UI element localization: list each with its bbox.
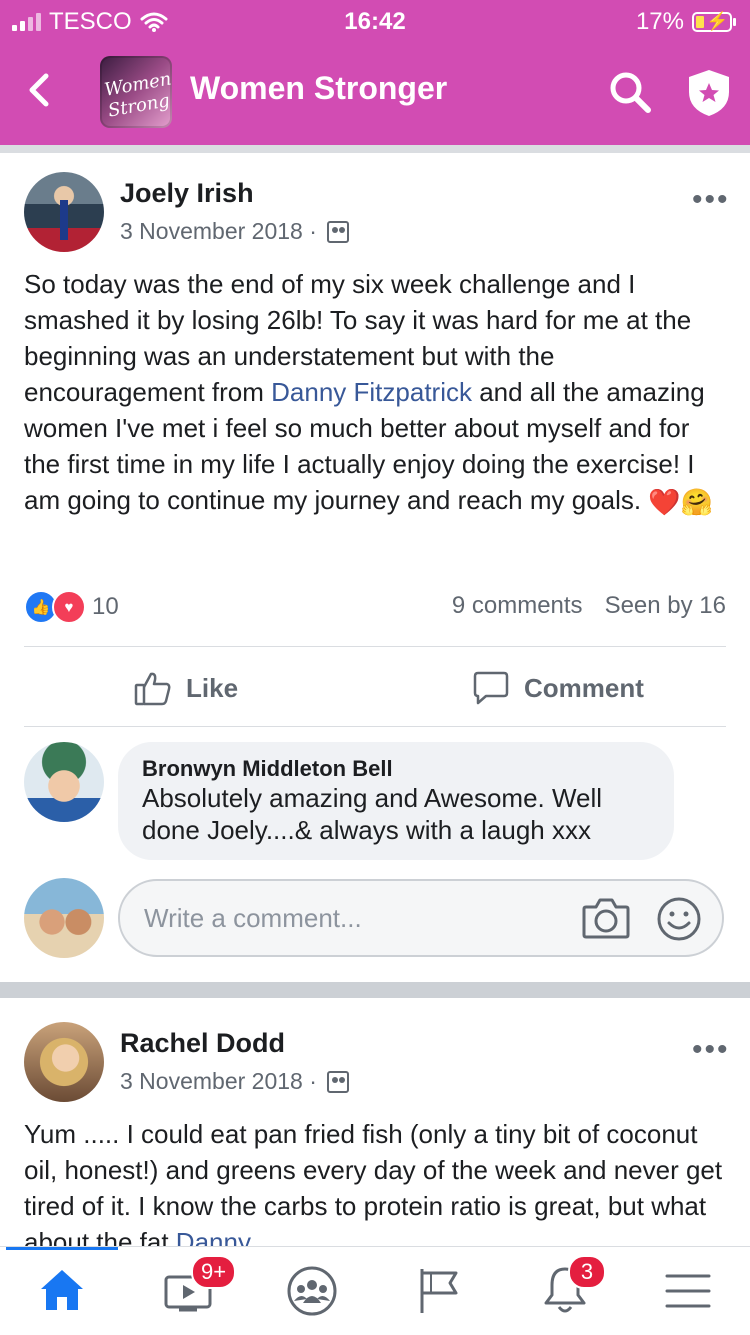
status-bar: TESCO 16:42 17% ⚡ (0, 0, 750, 40)
more-options-icon[interactable]: ••• (692, 185, 730, 215)
more-options-icon[interactable]: ••• (692, 1035, 730, 1065)
post-stats: 9 comments Seen by 16 (452, 592, 726, 620)
thumbs-up-icon (134, 672, 171, 706)
post-date[interactable]: 3 November 2018 · (120, 1068, 317, 1095)
menu-icon (665, 1274, 711, 1308)
commenter-avatar[interactable] (24, 742, 104, 822)
hugging-emoji-icon: 🤗 (680, 487, 714, 518)
battery-icon: ⚡ (692, 11, 736, 32)
status-right: 17% ⚡ (635, 8, 736, 36)
group-avatar[interactable]: Women Strong (100, 56, 172, 128)
reaction-summary[interactable]: 👍 ♥ 10 (24, 590, 119, 624)
shield-star-icon[interactable] (686, 68, 732, 118)
search-icon[interactable] (608, 70, 652, 114)
pages-flag-icon (420, 1269, 458, 1313)
tab-menu[interactable] (630, 1247, 750, 1335)
comment-icon (473, 671, 509, 705)
comment-bubble: Bronwyn Middleton Bell Absolutely amazin… (118, 742, 674, 860)
post-date[interactable]: 3 November 2018 · (120, 218, 317, 245)
seen-by[interactable]: Seen by 16 (605, 592, 726, 620)
post-meta: 3 November 2018 · (120, 218, 349, 245)
tab-pages[interactable] (375, 1247, 495, 1335)
love-reaction-icon: ♥ (52, 590, 86, 624)
video-badge: 9+ (191, 1255, 237, 1289)
comment-input[interactable] (142, 899, 566, 937)
post-text-part1: Yum ..... I could eat pan fried fish (on… (24, 1119, 723, 1246)
like-label: Like (186, 672, 239, 703)
comment-text: Absolutely amazing and Awesome. Well don… (142, 783, 603, 845)
like-button[interactable]: Like (134, 670, 238, 706)
comment-composer[interactable] (118, 879, 724, 957)
emoji-icon[interactable] (656, 896, 702, 942)
reaction-count: 10 (92, 593, 119, 620)
comment-button[interactable]: Comment (472, 670, 644, 706)
post-author-name[interactable]: Joely Irish (120, 178, 254, 209)
back-icon[interactable] (24, 70, 54, 110)
post-author-avatar[interactable] (24, 1022, 104, 1102)
tab-home[interactable] (0, 1247, 120, 1335)
current-user-avatar (24, 878, 104, 958)
battery-percent: 17% (635, 8, 684, 35)
post-author-avatar[interactable] (24, 172, 104, 252)
post-author-name[interactable]: Rachel Dodd (120, 1028, 285, 1059)
comment-author[interactable]: Bronwyn Middleton Bell (142, 756, 650, 782)
group-avatar-text: Women Strong (102, 68, 172, 122)
group-audience-icon (326, 220, 349, 243)
tab-video[interactable]: 9+ (125, 1247, 245, 1335)
active-tab-indicator (6, 1247, 118, 1250)
home-icon (41, 1270, 83, 1310)
tab-groups[interactable] (250, 1247, 370, 1335)
heart-emoji-icon: ❤️ (648, 487, 681, 518)
bottom-tab-bar: 9+ 3 (0, 1246, 750, 1335)
post-body: So today was the end of my six week chal… (24, 266, 728, 520)
groups-icon (287, 1266, 337, 1316)
post-body: Yum ..... I could eat pan fried fish (on… (24, 1116, 728, 1246)
notifications-badge: 3 (568, 1255, 606, 1289)
comment-label: Comment (524, 672, 644, 703)
group-title[interactable]: Women Stronger (190, 70, 447, 107)
group-header: Women Strong Women Stronger (0, 40, 750, 145)
mention-link[interactable]: Danny Fitzpatrick (271, 377, 472, 407)
mention-link[interactable]: Danny (176, 1227, 251, 1246)
comments-count[interactable]: 9 comments (452, 592, 583, 620)
feed-divider (0, 145, 750, 153)
group-audience-icon (326, 1070, 349, 1093)
divider (24, 726, 726, 727)
post-meta: 3 November 2018 · (120, 1068, 349, 1095)
tab-notifications[interactable]: 3 (500, 1247, 620, 1335)
feed-separator (0, 982, 750, 998)
divider (24, 646, 726, 647)
camera-icon[interactable] (582, 895, 630, 941)
